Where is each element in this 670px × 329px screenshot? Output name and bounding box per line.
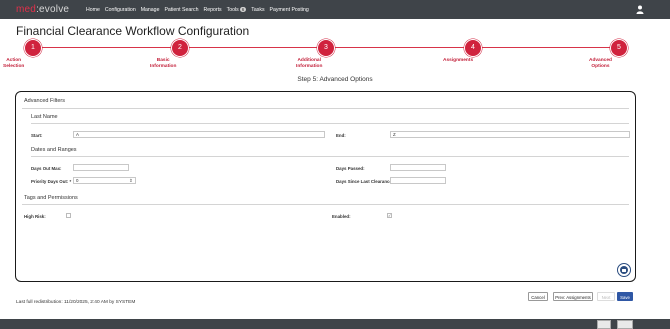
step-1[interactable]: 1 Action Selection <box>3 39 63 69</box>
step-1-label: Action Selection <box>3 58 25 69</box>
chat-icon[interactable] <box>617 263 631 277</box>
step-3-number: 3 <box>317 39 335 57</box>
advanced-filters-title: Advanced Filters <box>24 98 65 104</box>
dates-ranges-title: Dates and Ranges <box>31 147 77 153</box>
advanced-options-panel: Advanced Filters Last Name Start: A End:… <box>15 91 636 282</box>
nav-tools[interactable]: Tools 6 <box>226 6 247 13</box>
top-nav-bar: med:evolve Home Configuration Manage Pat… <box>0 0 670 19</box>
step-heading: Step 5: Advanced Options <box>297 76 373 83</box>
step-2-label: Basic Information <box>150 58 177 69</box>
step-5-number: 5 <box>610 39 628 57</box>
logo-text-evolve: evolve <box>39 4 70 15</box>
step-5[interactable]: 5 Advanced Options <box>589 39 649 69</box>
divider <box>22 204 629 205</box>
step-1-number: 1 <box>24 39 42 57</box>
tags-permissions-title: Tags and Permissions <box>24 195 78 201</box>
divider <box>31 123 629 124</box>
high-risk-checkbox[interactable] <box>66 213 71 218</box>
user-icon[interactable] <box>636 5 644 14</box>
next-button[interactable]: Next <box>597 292 615 301</box>
days-out-max-input[interactable] <box>73 164 129 171</box>
save-button[interactable]: Save <box>617 292 633 301</box>
nav-reports[interactable]: Reports <box>203 7 221 13</box>
start-input[interactable]: A <box>73 131 325 138</box>
redistribution-note: Last full redistribution: 11/20/2025, 2:… <box>16 300 136 305</box>
step-3-label: Additional Information <box>296 58 323 69</box>
end-input[interactable]: Z <box>390 131 630 138</box>
chat-bubble-icon[interactable] <box>597 320 611 329</box>
nav-tasks[interactable]: Tasks <box>251 7 264 13</box>
nav-payment-posting[interactable]: Payment Posting <box>270 7 309 13</box>
nav-home[interactable]: Home <box>86 7 100 13</box>
nav-patient-search[interactable]: Patient Search <box>164 7 198 13</box>
days-passed-label: Days Passed: <box>336 166 365 171</box>
help-icon[interactable] <box>617 320 633 329</box>
logo-text-med: med <box>16 4 37 15</box>
step-4[interactable]: 4 Assignments <box>443 39 503 63</box>
step-5-label: Advanced Options <box>589 58 612 69</box>
check-icon: ✓ <box>388 213 392 218</box>
priority-days-input[interactable]: 0 <box>73 177 136 184</box>
bottom-bar <box>0 319 670 329</box>
step-4-label: Assignments <box>443 58 474 63</box>
end-label: End: <box>336 133 346 138</box>
days-since-label: Days Since Last Clearance: <box>336 179 394 184</box>
tools-count-badge: 6 <box>239 6 247 12</box>
enabled-checkbox[interactable]: ✓ <box>387 213 392 218</box>
stepper-arrows-icon[interactable]: ⇕ <box>129 178 133 184</box>
step-3[interactable]: 3 Additional Information <box>296 39 356 69</box>
priority-days-label: Priority Days Out: * <box>31 179 72 184</box>
high-risk-label: High Risk: <box>24 214 46 219</box>
days-since-input[interactable] <box>390 177 446 184</box>
step-4-number: 4 <box>464 39 482 57</box>
cancel-button[interactable]: Cancel <box>528 292 548 301</box>
start-label: Start: <box>31 133 43 138</box>
divider <box>22 108 629 109</box>
last-name-title: Last Name <box>31 114 58 120</box>
page-title: Financial Clearance Workflow Configurati… <box>16 24 250 38</box>
days-out-max-label: Days Out Max: <box>31 166 62 171</box>
app-logo[interactable]: med:evolve <box>16 4 86 15</box>
prev-button[interactable]: Prev: Assignments <box>553 292 593 301</box>
nav-manage[interactable]: Manage <box>141 7 160 13</box>
step-2-number: 2 <box>171 39 189 57</box>
step-2[interactable]: 2 Basic Information <box>150 39 210 69</box>
main-nav: Home Configuration Manage Patient Search… <box>86 6 309 13</box>
nav-configuration[interactable]: Configuration <box>105 7 136 13</box>
nav-tools-label: Tools <box>226 6 239 13</box>
enabled-label: Enabled: <box>332 214 351 219</box>
days-passed-input[interactable] <box>390 164 446 171</box>
divider <box>31 156 629 157</box>
